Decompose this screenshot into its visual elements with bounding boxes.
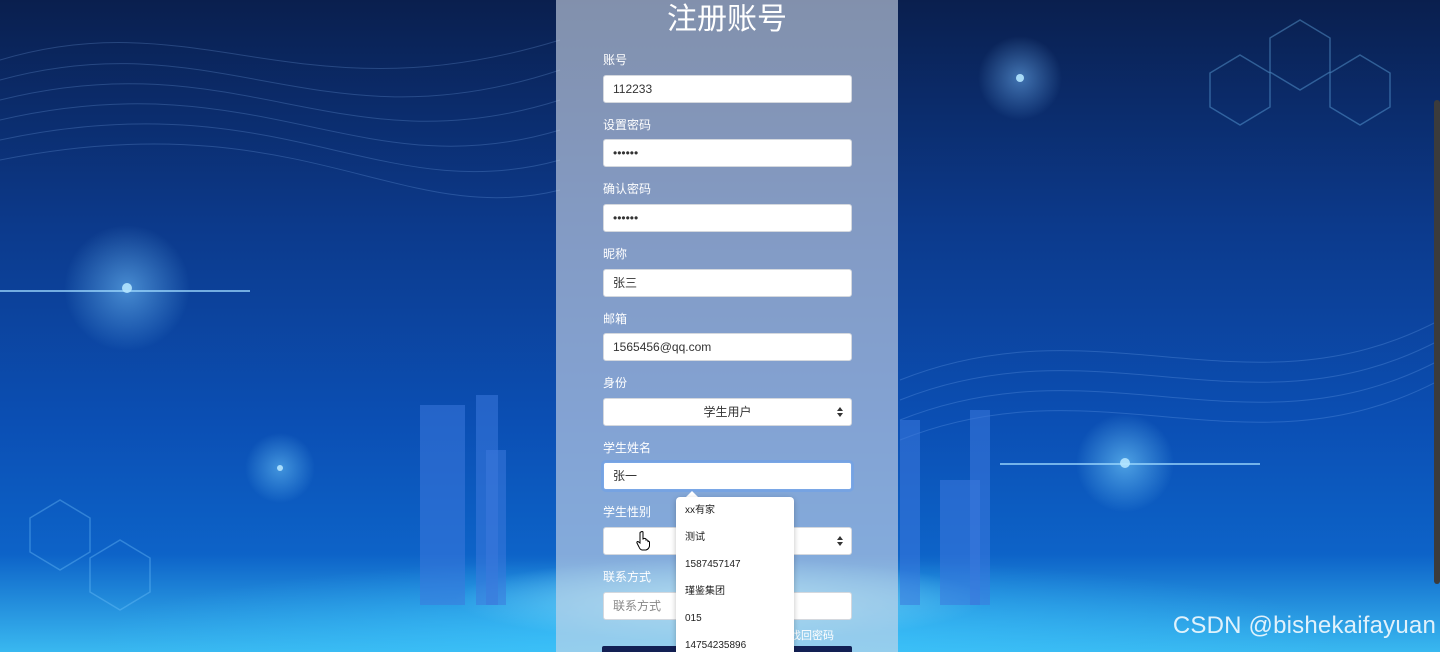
- student-name-input[interactable]: 张一: [603, 462, 852, 490]
- email-input[interactable]: 1565456@qq.com: [603, 333, 852, 361]
- identity-label: 身份: [603, 376, 628, 390]
- page-title: 注册账号: [667, 3, 787, 36]
- identity-select-value: 学生用户: [703, 405, 752, 419]
- autocomplete-item[interactable]: 1587457147: [676, 551, 794, 578]
- contact-label: 联系方式: [603, 570, 652, 584]
- account-label: 账号: [603, 53, 628, 67]
- identity-select[interactable]: 学生用户: [603, 398, 852, 426]
- hand-cursor-icon: [636, 531, 650, 551]
- nickname-label: 昵称: [603, 247, 628, 261]
- password-input[interactable]: ••••••: [603, 139, 852, 167]
- password-label: 设置密码: [603, 118, 652, 132]
- forgot-password-link[interactable]: 找回密码: [790, 630, 834, 642]
- nickname-input[interactable]: 张三: [603, 269, 852, 297]
- select-caret-icon: [837, 535, 843, 547]
- confirm-password-label: 确认密码: [603, 182, 652, 196]
- watermark: CSDN @bishekaifayuan: [1172, 612, 1436, 639]
- autocomplete-item[interactable]: 015: [676, 605, 794, 632]
- scrollbar[interactable]: [1434, 100, 1440, 584]
- student-gender-label: 学生性别: [603, 505, 652, 519]
- email-label: 邮箱: [603, 312, 628, 326]
- student-name-label: 学生姓名: [603, 441, 652, 455]
- autocomplete-item[interactable]: 瑾鉴集团: [676, 578, 794, 605]
- autocomplete-item[interactable]: 测试: [676, 524, 794, 551]
- autocomplete-item[interactable]: xx有家: [676, 497, 794, 524]
- account-input[interactable]: 112233: [603, 75, 852, 103]
- confirm-password-input[interactable]: ••••••: [603, 204, 852, 232]
- autocomplete-dropdown: xx有家 测试 1587457147 瑾鉴集团 015 14754235896: [676, 497, 794, 652]
- autocomplete-item[interactable]: 14754235896: [676, 632, 794, 652]
- select-caret-icon: [837, 406, 843, 418]
